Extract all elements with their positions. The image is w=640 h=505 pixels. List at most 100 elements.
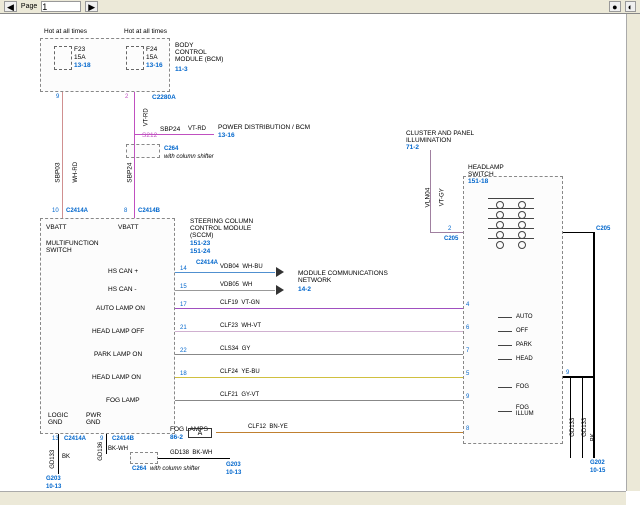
mcn-arrow-1 <box>276 267 284 277</box>
sig-hscanp: HS CAN + <box>108 268 138 275</box>
wiring-diagram: Hot at all times Hot at all times F23 15… <box>0 14 626 491</box>
fog-lamp-code-box: A <box>188 428 212 438</box>
pin-2-hl: 2 <box>448 226 451 232</box>
sbp24-color-v: VT-RD <box>144 108 151 126</box>
next-page-button[interactable]: ▶ <box>85 1 98 12</box>
gd133-r2: GD133 <box>582 418 589 437</box>
sig-parkon: PARK LAMP ON <box>94 351 142 358</box>
pwr-dist-title: POWER DISTRIBUTION / BCM <box>218 124 310 131</box>
wire-clf24 <box>175 377 463 378</box>
wire-sbp24-h <box>134 134 214 135</box>
gd138-label: GD138 BK-WH <box>170 450 212 457</box>
sccm-ref2: 151-24 <box>190 248 210 255</box>
toolbar: ◀ Page ▶ ● ◐ <box>0 0 640 14</box>
conn-c2414b-bl: C2414B <box>112 436 134 443</box>
f23-ref: 13-18 <box>74 62 91 69</box>
gd133-bl: GD133 <box>50 450 57 469</box>
shifter-note-2: with column shifter <box>150 466 200 473</box>
mcn-ref: 14-2 <box>298 286 311 293</box>
sbp24-name-v: SBP24 <box>127 162 134 182</box>
sig-logic: LOGIC GND <box>48 412 68 426</box>
f24-amps: 15A <box>146 54 158 61</box>
clf24-label: CLF24 YE-BU <box>220 369 260 376</box>
sw-auto: AUTO <box>516 314 533 320</box>
page-label: Page <box>21 3 37 10</box>
sig-pwr: PWR GND <box>86 412 101 426</box>
sw-fog: FOG <box>516 384 529 390</box>
pin-3-hl: 9 <box>566 370 569 376</box>
sig-fog: FOG LAMP <box>106 397 140 404</box>
pin-2: 2 <box>125 94 128 100</box>
sig-autolamp: AUTO LAMP ON <box>96 305 145 312</box>
conn-c2414a-bl: C2414A <box>64 436 86 443</box>
hot-label-2: Hot at all times <box>124 28 167 35</box>
wire-clf19 <box>175 308 463 309</box>
sbp24-h-color: VT-RD <box>188 126 206 133</box>
bcm-ref: 11-3 <box>175 66 188 73</box>
pin-10: 10 <box>52 208 59 214</box>
prev-page-button[interactable]: ◀ <box>4 1 17 12</box>
g202-right: G202 <box>590 460 605 467</box>
clf19-label: CLF19 VT-GN <box>220 300 260 307</box>
wire-sbp03-v <box>62 92 63 218</box>
bk-bl: BK <box>62 454 70 461</box>
scrollbar-vertical[interactable] <box>626 14 640 491</box>
conn-c205-right: C205 <box>596 226 610 233</box>
clf12-label: CLF12 BN-YE <box>248 424 288 431</box>
cluster-title: CLUSTER AND PANEL ILLUMINATION <box>406 130 474 144</box>
wire-bk-right-v <box>593 232 595 458</box>
scrollbar-horizontal[interactable] <box>0 491 626 505</box>
wire-gnd-2 <box>106 434 107 454</box>
bkwh-bl: BK-WH <box>108 446 128 453</box>
g203-r: G203 <box>226 462 241 469</box>
wire-bk-right <box>563 232 593 233</box>
wire-gd138-h <box>158 458 230 459</box>
clf21-label: CLF21 GY-VT <box>220 392 259 399</box>
mcn-title: MODULE COMMUNICATIONS NETWORK <box>298 270 388 284</box>
bcm-title: BODY CONTROL MODULE (BCM) <box>175 42 223 63</box>
bk-r: BK <box>591 433 598 441</box>
clf23-label: CLF23 WH-VT <box>220 323 261 330</box>
wire-clf12 <box>216 432 463 433</box>
headlamp-ref: 151-18 <box>468 178 488 185</box>
sw-head: HEAD <box>516 356 533 362</box>
pin-8: 8 <box>124 208 127 214</box>
switch-positions: AUTO OFF PARK HEAD FOG FOG ILLUM <box>498 310 548 418</box>
wire-clf21 <box>175 400 463 401</box>
sw-off: OFF <box>516 328 528 334</box>
f24-ref: 13-16 <box>146 62 163 69</box>
wire-cls34 <box>175 354 463 355</box>
page-input[interactable] <box>41 1 81 12</box>
fuse-f23 <box>54 46 72 70</box>
toolbar-button-2[interactable]: ◐ <box>625 1 636 12</box>
vdb05-label: VDB05 WH <box>220 282 252 289</box>
vbatt-2: VBATT <box>118 224 138 231</box>
shifter-note-1: with column shifter <box>164 154 214 161</box>
sbp03-name: SBP03 <box>55 162 62 182</box>
sig-headoff: HEAD LAMP OFF <box>92 328 144 335</box>
toolbar-button-1[interactable]: ● <box>609 1 620 12</box>
gd133-r1: GD133 <box>570 418 577 437</box>
conn-c205-left: C205 <box>444 236 458 243</box>
wire-clf23 <box>175 331 463 332</box>
conn-c2414b-top: C2414B <box>138 208 160 215</box>
vbatt-1: VBATT <box>46 224 66 231</box>
vdb04-label: VDB04 WH-BU <box>220 264 263 271</box>
wire-bk-hl-3 <box>563 376 593 378</box>
mcn-arrow-2 <box>276 285 284 295</box>
conn-c2414a-mid: C2414A <box>196 260 218 267</box>
c264-box <box>126 144 160 158</box>
g203-ref2: 10-13 <box>226 470 241 477</box>
sbp03-color: WH-RD <box>73 162 80 183</box>
wire-vdb05 <box>175 290 275 291</box>
c264-box-bottom <box>130 452 158 464</box>
conn-c2280a: C2280A <box>152 94 176 101</box>
lamp-stack <box>488 198 538 248</box>
vln04-name: VLN04 <box>424 188 431 208</box>
sw-fog-illum: FOG ILLUM <box>516 405 548 417</box>
cls34-label: CLS34 GY <box>220 346 250 353</box>
g203-l: G203 <box>46 476 61 483</box>
headlamp-title: HEADLAMP SWITCH <box>468 164 504 178</box>
f24-name: F24 <box>146 46 157 53</box>
f23-amps: 15A <box>74 54 86 61</box>
